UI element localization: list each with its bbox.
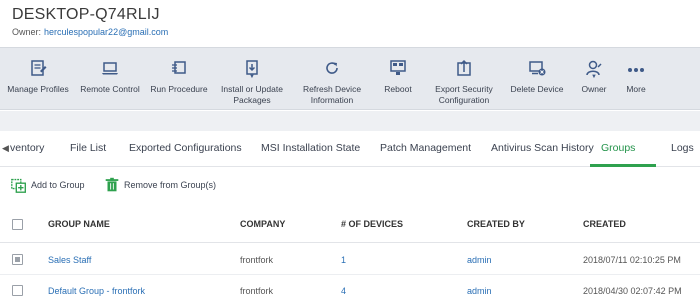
- group-name-link[interactable]: Default Group - frontfork: [48, 286, 145, 296]
- select-all-checkbox[interactable]: [12, 219, 23, 230]
- refresh-device-info-label: Refresh Device Information: [302, 84, 362, 105]
- tab-inventory[interactable]: ventory: [10, 142, 44, 154]
- owner-label: Owner:: [12, 27, 42, 37]
- owner-button[interactable]: ▼ Owner: [568, 48, 620, 111]
- active-tab-indicator: [590, 164, 656, 167]
- column-devices[interactable]: # OF DEVICES: [341, 219, 403, 229]
- device-header: DESKTOP-Q74RLIJ Owner: herculespopular22@…: [0, 0, 700, 46]
- row-checkbox[interactable]: [12, 254, 23, 265]
- created-date-cell: 2018/07/11 02:10:25 PM: [583, 255, 681, 265]
- more-button[interactable]: More: [620, 48, 652, 111]
- more-icon: [626, 48, 646, 78]
- remote-control-label: Remote Control: [80, 84, 140, 94]
- table-header: GROUP NAME COMPANY # OF DEVICES CREATED …: [0, 205, 700, 243]
- tab-scroll-left-icon[interactable]: ◀: [2, 143, 9, 154]
- group-actions-bar: Add to Group Remove from Group(s): [0, 172, 700, 200]
- delete-device-icon: [527, 48, 547, 78]
- reboot-button[interactable]: Reboot: [374, 48, 422, 111]
- chevron-down-icon: ▼: [591, 74, 597, 80]
- device-title: DESKTOP-Q74RLIJ: [12, 6, 160, 23]
- add-to-group-icon: [11, 178, 26, 193]
- export-security-config-button[interactable]: Export Security Configuration: [422, 48, 506, 111]
- add-to-group-label: Add to Group: [31, 180, 85, 190]
- row-checkbox[interactable]: [12, 285, 23, 296]
- tab-exported-configurations[interactable]: Exported Configurations: [129, 142, 242, 154]
- reboot-icon: [388, 48, 408, 78]
- manage-profiles-label: Manage Profiles: [7, 84, 69, 94]
- owner-label-toolbar: Owner: [581, 84, 607, 94]
- manage-profiles-button[interactable]: Manage Profiles: [0, 48, 76, 111]
- tab-patch-management[interactable]: Patch Management: [380, 142, 471, 154]
- tab-file-list[interactable]: File List: [70, 142, 106, 154]
- owner-email-link[interactable]: herculespopular22@gmail.com: [44, 27, 168, 37]
- created-by-link[interactable]: admin: [467, 286, 492, 296]
- toolbar-separator-band: [0, 111, 700, 131]
- run-procedure-label: Run Procedure: [150, 84, 208, 94]
- tab-antivirus-scan-history[interactable]: Antivirus Scan History: [491, 142, 594, 154]
- install-update-packages-label: Install or Update Packages: [221, 84, 283, 105]
- remove-from-groups-label: Remove from Group(s): [124, 180, 217, 190]
- add-to-group-button[interactable]: Add to Group: [10, 176, 85, 194]
- laptop-icon: [100, 48, 120, 78]
- trash-icon: [105, 177, 119, 192]
- created-by-link[interactable]: admin: [467, 255, 492, 265]
- company-cell: frontfork: [240, 255, 274, 265]
- remove-from-groups-button[interactable]: Remove from Group(s): [103, 176, 216, 194]
- owner-line: Owner: herculespopular22@gmail.com: [12, 27, 168, 37]
- tab-logs[interactable]: Logs: [671, 142, 694, 154]
- created-date-cell: 2018/04/30 02:07:42 PM: [583, 286, 682, 296]
- tab-msi-installation-state[interactable]: MSI Installation State: [261, 142, 360, 154]
- delete-device-button[interactable]: Delete Device: [506, 48, 568, 111]
- device-tabs: ◀ ventory File List Exported Configurati…: [0, 131, 700, 167]
- install-update-packages-button[interactable]: ▼ Install or Update Packages: [214, 48, 290, 111]
- company-cell: frontfork: [240, 286, 274, 296]
- column-group-name[interactable]: GROUP NAME: [48, 219, 110, 229]
- table-row: Sales Staff frontfork 1 admin 2018/07/11…: [0, 245, 700, 275]
- more-label: More: [626, 84, 646, 94]
- run-procedure-button[interactable]: Run Procedure: [144, 48, 214, 111]
- export-config-icon: [454, 48, 474, 78]
- refresh-device-info-button[interactable]: Refresh Device Information: [290, 48, 374, 111]
- reboot-label: Reboot: [384, 84, 412, 94]
- remote-control-button[interactable]: Remote Control: [76, 48, 144, 111]
- export-security-config-label: Export Security Configuration: [435, 84, 493, 105]
- tab-groups[interactable]: Groups: [601, 142, 635, 154]
- column-created[interactable]: CREATED: [583, 219, 626, 229]
- column-company[interactable]: COMPANY: [240, 219, 285, 229]
- chevron-down-icon: ▼: [249, 74, 255, 80]
- group-name-link[interactable]: Sales Staff: [48, 255, 91, 265]
- delete-device-label: Delete Device: [510, 84, 564, 94]
- devices-count-link[interactable]: 4: [341, 286, 346, 296]
- refresh-icon: [322, 48, 342, 78]
- devices-count-link[interactable]: 1: [341, 255, 346, 265]
- device-toolbar: Manage Profiles Remote Control Run Proce…: [0, 47, 700, 110]
- manage-profiles-icon: [28, 48, 48, 78]
- run-procedure-icon: [169, 48, 189, 78]
- table-row: Default Group - frontfork frontfork 4 ad…: [0, 276, 700, 305]
- column-created-by[interactable]: CREATED BY: [467, 219, 525, 229]
